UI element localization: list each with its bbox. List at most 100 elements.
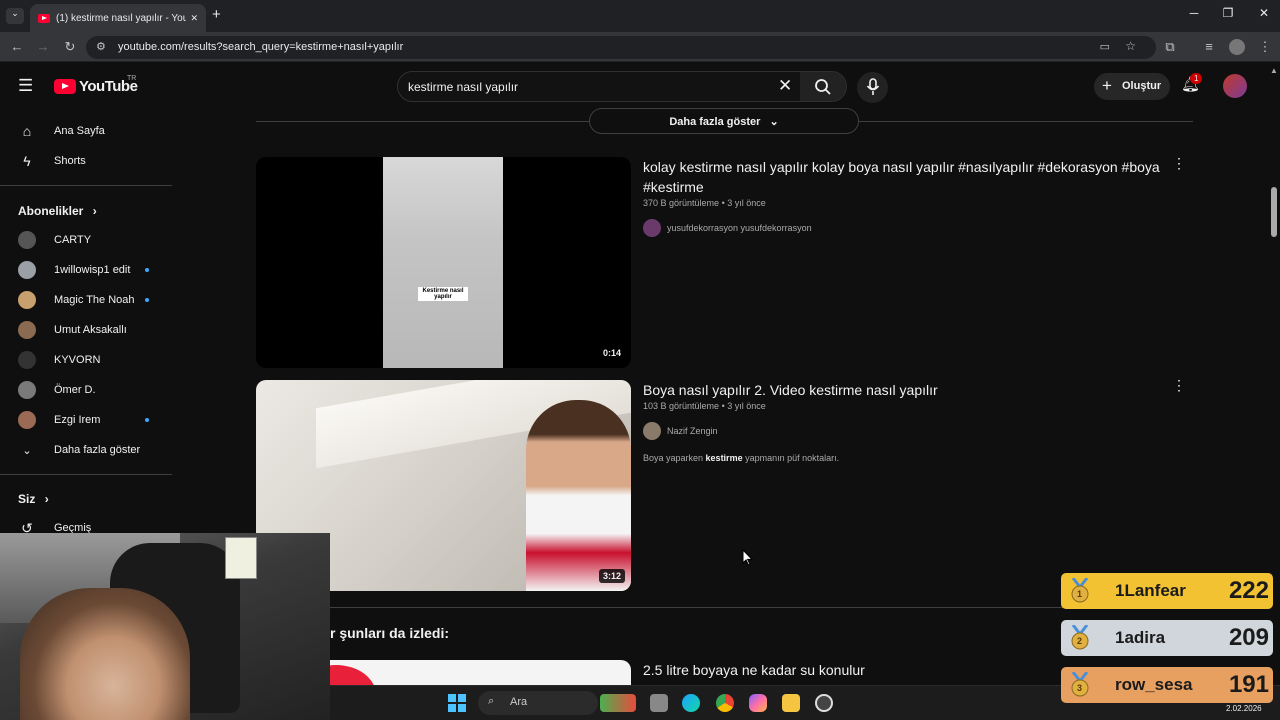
extensions-icon[interactable]: ⧉ [1161,39,1179,55]
section-title: r şunları da izledi: [330,625,450,641]
video-menu-icon[interactable]: ⋮ [1172,155,1186,172]
sidebar-channel-item[interactable]: Umut Aksakallı [0,315,172,345]
voice-search-button[interactable] [857,72,888,103]
channel-avatar [643,422,661,440]
channel-name: yusufdekorrasyon yusufdekorrasyon [667,223,812,233]
address-bar[interactable]: ⚙ youtube.com/results?search_query=kesti… [86,36,1156,59]
sidebar-channel-item[interactable]: Ezgi Irem [0,405,172,435]
minimize-icon[interactable]: ─ [1184,6,1204,20]
video-thumbnail[interactable]: Kestirme nasıl yapılır 0:14 [256,157,631,368]
copilot-icon[interactable] [749,694,767,712]
forward-icon[interactable]: → [34,39,52,54]
sidebar-item-label: Ana Sayfa [54,125,105,137]
youtube-logo-icon[interactable] [54,79,76,94]
video-title[interactable]: Boya nasıl yapılır 2. Video kestirme nas… [643,380,1163,400]
you-title: Siz [18,492,36,506]
sidebar-item-label: Daha fazla göster [54,444,141,456]
sidebar-item-label: Magic The Noah [54,294,135,306]
sidebar-divider [0,185,172,186]
sidebar-channel-item[interactable]: CARTY [0,225,172,255]
leaderboard-row: 3 row_sesa 191 [1061,667,1273,703]
shorts-icon: ϟ [23,153,31,169]
medal-icon: 2 [1069,624,1091,651]
subscriptions-heading[interactable]: Abonelikler › [18,204,97,218]
webcam-warning-sign [225,537,257,579]
thumbnail-person [526,400,631,591]
create-button[interactable]: + Oluştur [1094,73,1170,100]
mouse-cursor-icon [742,549,754,566]
description-text: Boya yaparken [643,453,706,463]
site-info-icon[interactable]: ⚙ [96,40,106,53]
windows-start-icon[interactable] [448,694,466,712]
leaderboard-name: row_sesa [1115,675,1193,694]
channel-avatar [18,261,36,279]
channel-avatar [18,411,36,429]
sidebar-show-more[interactable]: ⌄ Daha fazla göster [0,435,172,465]
search-input[interactable] [408,78,768,96]
sidebar-item-label: Umut Aksakallı [54,324,127,336]
reload-icon[interactable]: ↻ [61,39,79,55]
tab-close-icon[interactable]: ✕ [190,13,198,24]
scroll-up-arrow-icon[interactable]: ▲ [1270,66,1278,75]
edge-icon[interactable] [682,694,700,712]
subscriptions-title: Abonelikler [18,204,84,218]
section-divider [256,607,1193,608]
you-heading[interactable]: Siz › [18,492,49,506]
restore-icon[interactable]: ❐ [1218,6,1238,20]
video-menu-icon[interactable]: ⋮ [1172,377,1186,394]
search-button[interactable] [800,72,846,101]
window-close-icon[interactable]: ✕ [1254,6,1274,20]
sidebar-channel-item[interactable]: KYVORN [0,345,172,375]
video-age: 3 yıl önce [727,198,766,208]
video-duration: 0:14 [598,346,625,360]
hamburger-menu-icon[interactable]: ☰ [18,76,33,96]
sidebar-channel-item[interactable]: Ömer D. [0,375,172,405]
account-avatar[interactable] [1223,74,1247,98]
notifications-button[interactable]: 🔔︎ 1 [1181,73,1203,97]
sidebar-channel-item[interactable]: Magic The Noah [0,285,172,315]
sidebar-item-label: Ömer D. [54,384,96,396]
sidebar-divider [0,474,172,475]
taskbar-search[interactable]: ⌕ Ara [478,691,598,715]
sidebar-item-home[interactable]: ⌂ Ana Sayfa [0,116,172,146]
channel-avatar [18,381,36,399]
video-meta: 370 B görüntüleme • 3 yıl önce [643,198,766,208]
search-box: ✕ [397,71,847,102]
show-more-results-button[interactable]: Daha fazla göster ⌄ [589,108,859,134]
profile-avatar[interactable] [1229,39,1245,55]
video-age: 3 yıl önce [727,401,766,411]
sidebar-item-label: Shorts [54,155,86,167]
taskbar-search-label: Ara [510,696,528,708]
sidebar-item-shorts[interactable]: ϟ Shorts [0,146,172,176]
medal-rank: 3 [1077,683,1083,693]
task-view-icon[interactable] [650,694,668,712]
bookmark-star-icon[interactable]: ☆ [1125,39,1136,53]
widgets-icon[interactable] [600,694,636,712]
file-explorer-icon[interactable] [782,694,800,712]
chrome-icon[interactable] [716,694,734,712]
browser-tab[interactable]: (1) kestirme nasıl yapılır - YouTube ✕ [30,4,206,32]
chevron-down-icon: ⌄ [769,116,779,128]
obs-icon[interactable] [815,694,833,712]
video-views: 370 B görüntüleme [643,198,720,208]
media-control-icon[interactable]: ≡ [1200,39,1218,54]
video-channel[interactable]: yusufdekorrasyon yusufdekorrasyon [643,219,812,237]
medal-icon: 3 [1069,671,1091,698]
back-icon[interactable]: ← [8,39,26,54]
video-title[interactable]: kolay kestirme nasıl yapılır kolay boya … [643,157,1163,197]
sidebar-item-label: KYVORN [54,354,101,366]
video-channel[interactable]: Nazif Zengin [643,422,718,440]
video-duration: 3:12 [598,569,625,583]
browser-menu-icon[interactable]: ⋮ [1256,39,1274,55]
taskbar-date: 2.02.2026 [1226,704,1262,713]
page-scrollbar[interactable] [1271,187,1277,237]
home-icon: ⌂ [22,123,32,139]
sidebar-channel-item[interactable]: 1willowisp1 edit [0,255,172,285]
leaderboard-name: 1adira [1115,628,1166,647]
new-tab-button[interactable]: + [212,6,221,23]
chevron-down-icon: ⌄ [22,444,32,457]
tab-search-button[interactable]: ⌄ [6,8,24,24]
browser-tabstrip: ⌄ (1) kestirme nasıl yapılır - YouTube ✕… [0,0,1280,32]
clear-search-icon[interactable]: ✕ [778,76,792,96]
cast-icon[interactable]: ▭ [1100,40,1110,53]
